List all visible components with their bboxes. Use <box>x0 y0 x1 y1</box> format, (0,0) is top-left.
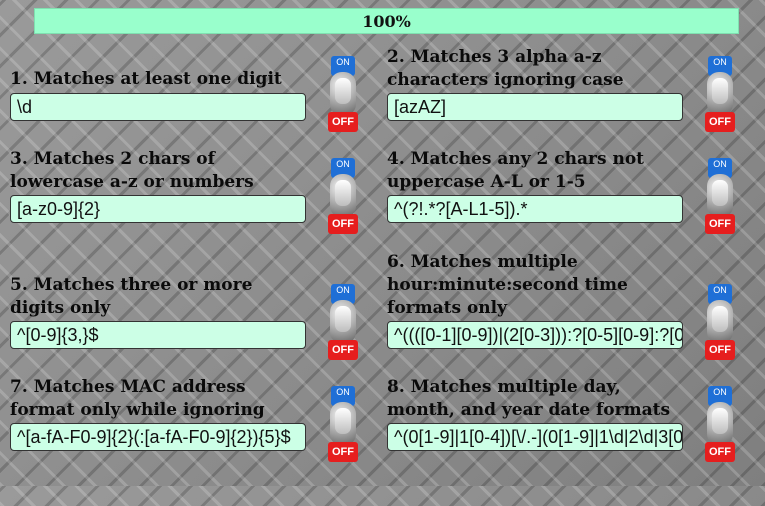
on-off-toggle[interactable]: ON OFF <box>326 56 360 132</box>
on-off-toggle[interactable]: ON OFF <box>326 158 360 234</box>
toggle-knob-icon <box>712 408 728 434</box>
regex-input[interactable]: ^(0[1-9]|1[0-4])[\/.-](0[1-9]|1\d|2\d|3[… <box>387 423 683 451</box>
off-label: OFF <box>705 214 735 234</box>
off-label: OFF <box>705 112 735 132</box>
off-label: OFF <box>328 340 358 360</box>
exercise-label: 5. Matches three or more digits only <box>10 275 253 318</box>
exercise-label: 1. Matches at least one digit <box>10 69 282 89</box>
regex-input[interactable]: ^(?!.*?[A-L1-5]).* <box>387 195 683 223</box>
exercise-label: 2. Matches 3 alpha a-z characters ignori… <box>387 47 624 90</box>
exercise-card-3: 3. Matches 2 chars of lowercase a-z or n… <box>10 149 385 278</box>
regex-input[interactable]: ^((([0-1][0-9])|(2[0-3])):?[0-5][0-9]:?[… <box>387 321 683 349</box>
toggle-knob-icon <box>712 180 728 206</box>
progress-bar: 100% <box>34 8 739 34</box>
regex-input[interactable]: ^[a-fA-F0-9]{2}(:[a-fA-F0-9]{2}){5}$ <box>10 423 306 451</box>
toggle-knob-icon <box>335 408 351 434</box>
on-off-toggle[interactable]: ON OFF <box>326 386 360 462</box>
off-label: OFF <box>705 340 735 360</box>
on-off-toggle[interactable]: ON OFF <box>703 386 737 462</box>
toggle-knob-icon <box>335 180 351 206</box>
exercise-card-8: 8. Matches multiple day, month, and year… <box>387 377 762 506</box>
on-off-toggle[interactable]: ON OFF <box>703 158 737 234</box>
exercise-card-7: 7. Matches MAC address format only while… <box>10 377 385 506</box>
off-label: OFF <box>328 112 358 132</box>
off-label: OFF <box>328 442 358 462</box>
toggle-knob-icon <box>335 78 351 104</box>
on-off-toggle[interactable]: ON OFF <box>326 284 360 360</box>
regex-input[interactable]: [a-z0-9]{2} <box>10 195 306 223</box>
toggle-knob-icon <box>335 306 351 332</box>
regex-input[interactable]: \d <box>10 93 306 121</box>
progress-label: 100% <box>362 11 411 31</box>
off-label: OFF <box>705 442 735 462</box>
toggle-knob-icon <box>712 78 728 104</box>
regex-input[interactable]: [azAZ] <box>387 93 683 121</box>
exercise-label: 4. Matches any 2 chars not uppercase A-L… <box>387 149 645 192</box>
exercise-label: 6. Matches multiple hour:minute:second t… <box>387 252 628 318</box>
on-off-toggle[interactable]: ON OFF <box>703 284 737 360</box>
on-off-toggle[interactable]: ON OFF <box>703 56 737 132</box>
off-label: OFF <box>328 214 358 234</box>
exercise-label: 3. Matches 2 chars of lowercase a-z or n… <box>10 149 254 192</box>
toggle-knob-icon <box>712 306 728 332</box>
regex-input[interactable]: ^[0-9]{3,}$ <box>10 321 306 349</box>
